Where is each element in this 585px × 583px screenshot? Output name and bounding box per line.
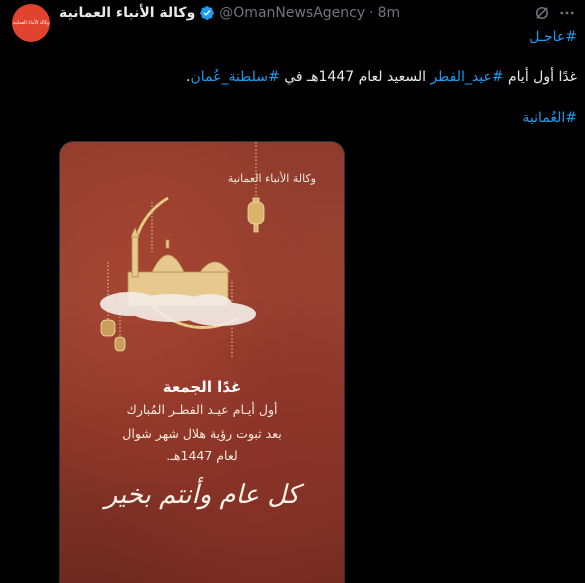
tweet-media-image[interactable]: وكالة الأنباء العمانية غدًا الجمعة أول أ… [59, 141, 345, 583]
hashtag-oman[interactable]: #سلطنة_عُمان [190, 69, 279, 85]
image-title: غدًا الجمعة [162, 378, 242, 396]
image-wordmark: وكالة الأنباء العمانية [227, 172, 316, 185]
tweet-text-main: غدًا أول أيام #عيد_الفطر السعيد لعام 144… [186, 68, 577, 86]
display-name[interactable]: وكالة الأنباء العمانية [59, 4, 195, 22]
image-text-line-3: لعام 1447هـ. [166, 448, 238, 463]
eid-illustration [100, 142, 265, 357]
verified-badge-icon [199, 5, 215, 21]
handle[interactable]: @OmanNewsAgency [219, 4, 365, 22]
hashtag-omani[interactable]: #العُمانية [522, 110, 577, 126]
timestamp[interactable]: 8m [378, 4, 401, 22]
tweet-header: وكالة الأنباء العمانية @OmanNewsAgency ·… [59, 4, 400, 22]
image-text-line-2: بعد ثبوت رؤية هلال شهر شوال [122, 426, 282, 441]
avatar[interactable]: وكالة الأنباء العمانية [12, 4, 50, 42]
hashtag-eid[interactable]: #عيد_الفطر [430, 69, 503, 85]
grok-icon[interactable] [532, 3, 552, 23]
tweet-text-tag: #العُمانية [522, 109, 577, 127]
separator-dot: · [369, 5, 374, 21]
text-part-1: غدًا أول أيام [503, 69, 577, 85]
image-text-line-1: أول أيـام عيـد الفطـر المُبارك [126, 402, 278, 417]
avatar-logo: وكالة الأنباء العمانية [12, 19, 50, 26]
image-calligraphy: كل عام وأنتم بخير [104, 480, 300, 510]
text-part-2: السعيد لعام 1447هـ في [279, 69, 431, 85]
tweet[interactable]: وكالة الأنباء العمانية وكالة الأنباء الع… [0, 0, 585, 583]
tweet-text-breaking: #عاجـل [529, 28, 577, 46]
clouds [100, 292, 256, 326]
lantern-left [100, 319, 126, 352]
lantern-right [247, 197, 265, 233]
more-icon[interactable] [557, 3, 577, 23]
hashtag-breaking[interactable]: #عاجـل [529, 29, 577, 45]
